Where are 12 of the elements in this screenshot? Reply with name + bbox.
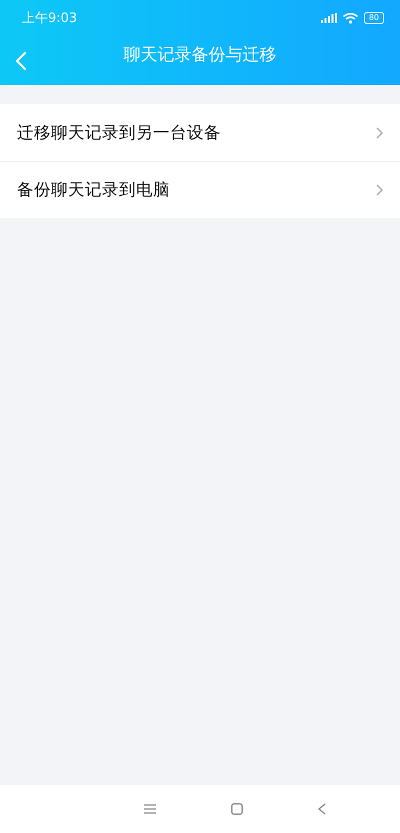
chevron-icon: [376, 184, 383, 196]
menu-item[interactable]: 迁移聊天记录到另一台设备: [0, 104, 400, 161]
status-time: 上午9:03: [22, 10, 78, 27]
menu-item[interactable]: 备份聊天记录到电脑: [0, 161, 400, 218]
wifi-icon: [342, 12, 358, 24]
battery-indicator: 80: [364, 12, 384, 24]
chevron-icon: [376, 126, 383, 138]
page-title: 聊天记录备份与迁移: [124, 44, 276, 66]
menu-icon[interactable]: [144, 804, 156, 814]
home-icon[interactable]: [231, 803, 243, 815]
signal-icon: [320, 13, 337, 23]
back-icon[interactable]: [318, 803, 326, 815]
